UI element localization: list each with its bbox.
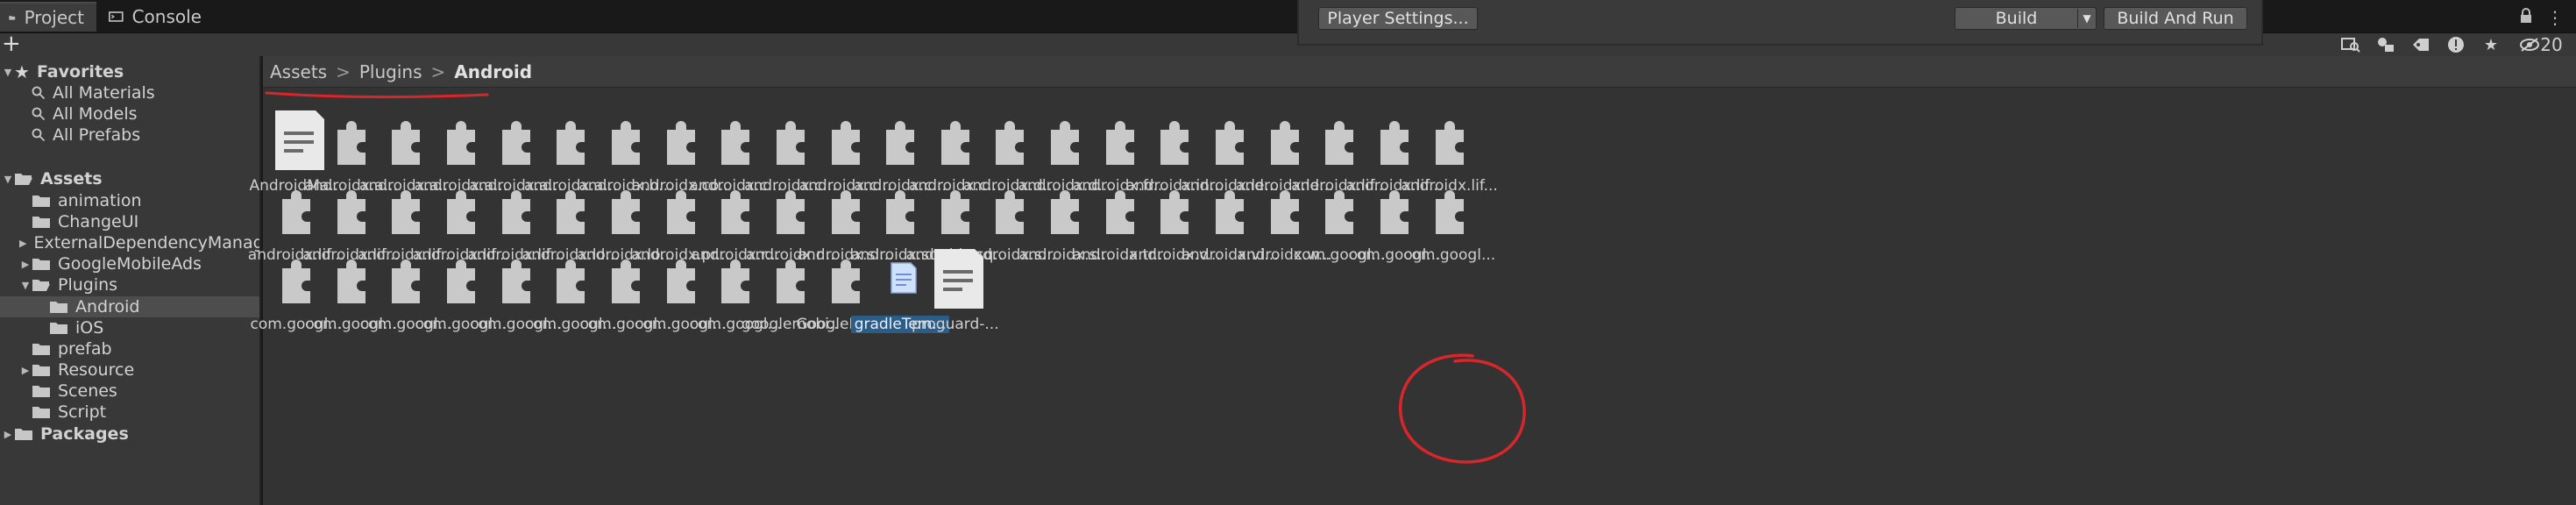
tree-item[interactable]: prefab (0, 338, 259, 359)
tree-item-label: Favorites (36, 62, 124, 82)
tree-item-label: ExternalDependencyManager (33, 233, 261, 252)
plugin-icon (1435, 190, 1464, 234)
build-and-run-button[interactable]: Build And Run (2104, 7, 2247, 30)
folder-icon (32, 386, 50, 397)
folder-icon (32, 407, 50, 418)
tree-item-label: Android (75, 297, 140, 317)
tree-item-label: Script (58, 402, 107, 422)
breadcrumb-separator: > (430, 60, 446, 82)
annotation-circle (1399, 353, 1526, 464)
star-icon: ★ (14, 61, 30, 82)
tree-item[interactable]: All Models (0, 103, 259, 124)
tree-item[interactable]: ▼ Assets (0, 168, 259, 189)
player-settings-button[interactable]: Player Settings... (1318, 7, 1478, 30)
breadcrumb-assets[interactable]: Assets (270, 61, 327, 82)
folder-open-icon (32, 280, 50, 291)
tree-item[interactable]: animation (0, 190, 259, 211)
toolbar-icons: ★ 20 (2339, 33, 2567, 56)
asset-label: com.googl... (1403, 246, 1496, 264)
tree-item-label: Assets (40, 169, 103, 188)
create-dropdown-button[interactable]: + (0, 32, 21, 55)
folder-icon (32, 259, 50, 270)
lock-icon[interactable] (2518, 8, 2534, 24)
asset-tile[interactable]: com.googl... (1401, 178, 1499, 276)
folder-icon (50, 323, 67, 334)
asset-tile[interactable]: proguard-... (906, 247, 1004, 345)
tree-item-label: GoogleMobileAds (58, 254, 202, 274)
type-filter-icon[interactable] (2374, 35, 2397, 54)
folder-icon (9, 16, 16, 20)
tree-item[interactable]: ▶ Resource (0, 359, 259, 381)
expand-arrow-icon[interactable]: ▼ (2, 67, 14, 78)
collapse-arrow-icon[interactable]: ▶ (19, 259, 32, 270)
tree-item-label: Scenes (58, 381, 117, 401)
build-button[interactable]: Build ▼ (1955, 7, 2097, 30)
search-filter-icon[interactable] (2339, 35, 2362, 54)
build-button-label: Build (1955, 9, 2078, 28)
tree-item[interactable]: ▼ ★ Favorites (0, 61, 259, 82)
collapse-arrow-icon[interactable]: ▶ (2, 429, 14, 440)
build-settings-panel: Player Settings... Build ▼ Build And Run (1297, 0, 2263, 46)
folder-icon (32, 344, 50, 355)
project-folder-tree: ▼ ★ Favorites All Materials All Models All Pr… (0, 56, 261, 505)
warning-filter-icon[interactable] (2445, 35, 2467, 54)
tree-item[interactable]: ▶ Packages (0, 423, 259, 445)
console-icon (109, 11, 124, 22)
breadcrumb-separator: > (336, 60, 351, 82)
tree-item-label: prefab (58, 339, 112, 359)
tree-item-label: All Prefabs (53, 125, 141, 145)
text-document-icon (933, 249, 983, 309)
tree-item[interactable]: Script (0, 402, 259, 423)
annotation-underline (265, 91, 489, 99)
tree-item-label: All Models (53, 104, 138, 124)
visibility-toggle[interactable]: 20 (2515, 34, 2567, 55)
folder-icon (32, 217, 50, 228)
tab-console-label: Console (131, 6, 202, 27)
tree-item-label: animation (58, 191, 142, 210)
collapse-arrow-icon[interactable]: ▶ (19, 365, 32, 376)
tree-item[interactable]: All Materials (0, 82, 259, 103)
expand-arrow-icon[interactable]: ▼ (19, 280, 32, 291)
tree-item[interactable]: ▶ GoogleMobileAds (0, 253, 259, 274)
search-icon (32, 107, 46, 121)
tree-item[interactable]: ChangeUI (0, 211, 259, 232)
folder-icon (15, 429, 32, 440)
tab-project[interactable]: Project (0, 2, 96, 32)
collapse-arrow-icon[interactable]: ▶ (19, 238, 26, 249)
tab-menu-button[interactable]: ⋮ (2546, 7, 2564, 28)
favorite-icon[interactable]: ★ (2480, 35, 2502, 54)
tree-item[interactable]: ▶ ExternalDependencyManager (0, 232, 261, 253)
tree-item-label: All Materials (53, 83, 155, 103)
folder-icon (50, 302, 67, 313)
plugin-icon (1435, 121, 1464, 165)
tree-item[interactable]: iOS (0, 317, 259, 338)
folder-icon (32, 365, 50, 376)
tree-item[interactable]: Android (0, 296, 259, 317)
tree-item-label: iOS (75, 318, 104, 338)
tree-item-label: Resource (58, 360, 135, 380)
breadcrumb: Assets > Plugins > Android (263, 56, 2576, 88)
build-dropdown-icon[interactable]: ▼ (2078, 12, 2096, 25)
search-icon (32, 86, 46, 100)
search-icon (32, 128, 46, 142)
asset-label: proguard-... (911, 316, 999, 333)
expand-arrow-icon[interactable]: ▼ (2, 174, 14, 185)
tree-item[interactable]: ▼ Plugins (0, 274, 259, 295)
hidden-count: 20 (2540, 34, 2563, 55)
label-filter-icon[interactable] (2409, 35, 2432, 54)
breadcrumb-plugins[interactable]: Plugins (359, 61, 422, 82)
breadcrumb-current[interactable]: Android (454, 61, 532, 82)
tree-item-label: Plugins (58, 275, 118, 295)
folder-icon (32, 196, 50, 207)
tree-item[interactable]: Scenes (0, 381, 259, 402)
folder-open-icon (15, 174, 32, 185)
tree-item-label: ChangeUI (58, 212, 139, 231)
visibility-icon (2520, 38, 2540, 52)
tab-console[interactable]: Console (100, 2, 214, 32)
tab-project-label: Project (24, 7, 84, 28)
tree-item[interactable]: All Prefabs (0, 124, 259, 146)
tree-item-label: Packages (40, 424, 129, 444)
